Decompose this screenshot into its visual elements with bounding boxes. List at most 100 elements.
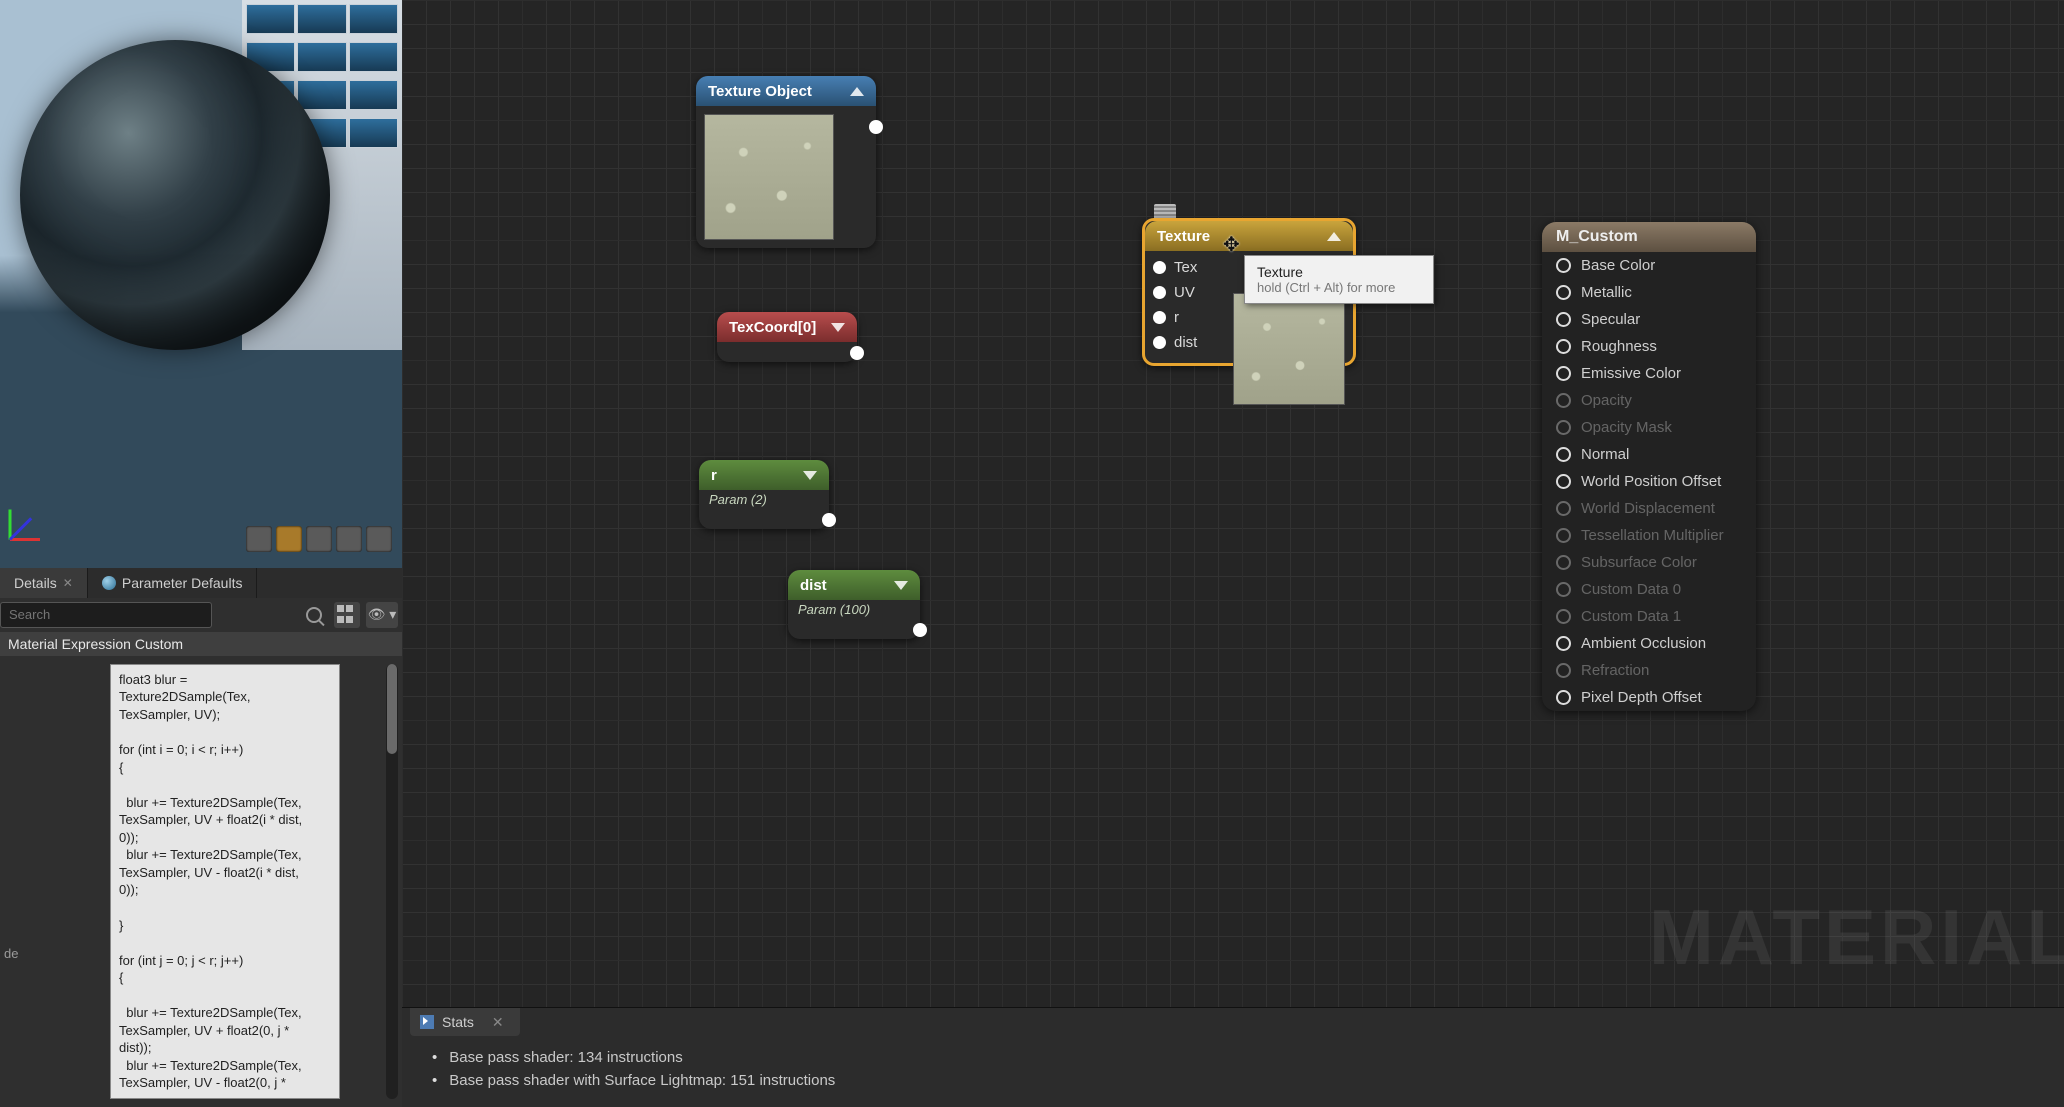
result-pin-emissive-color[interactable]: Emissive Color	[1542, 360, 1756, 387]
pin-ring-icon	[1556, 258, 1571, 273]
node-texture-object[interactable]: Texture Object	[696, 76, 876, 248]
tab-parameter-defaults-label: Parameter Defaults	[122, 575, 243, 591]
node-texcoord[interactable]: TexCoord[0]	[717, 312, 857, 362]
pin-ring-icon	[1556, 420, 1571, 435]
preview-shape-cube-button[interactable]	[336, 526, 362, 552]
result-title: M_Custom	[1556, 228, 1638, 246]
result-pin-world-position-offset[interactable]: World Position Offset	[1542, 468, 1756, 495]
node-param-r[interactable]: r Param (2)	[699, 460, 829, 529]
stats-panel: Stats ✕ Base pass shader: 134 instructio…	[402, 1007, 2064, 1107]
stats-line: Base pass shader: 134 instructions	[432, 1046, 2064, 1069]
move-cursor-icon: ✥	[1223, 232, 1240, 257]
material-preview-viewport[interactable]	[0, 0, 402, 568]
output-pin[interactable]	[822, 513, 836, 527]
pin-ring-icon	[1556, 582, 1571, 597]
pin-label: Opacity Mask	[1581, 419, 1672, 436]
stats-icon	[420, 1015, 434, 1029]
preview-sphere	[20, 40, 330, 350]
parameter-defaults-icon	[102, 576, 116, 590]
pin-ring-icon	[1556, 366, 1571, 381]
pin-label: Custom Data 1	[1581, 608, 1681, 625]
stats-line: Base pass shader with Surface Lightmap: …	[432, 1069, 2064, 1092]
node-material-output[interactable]: M_Custom Base Color Metallic Specular Rough…	[1542, 222, 1756, 711]
pin-ring-icon	[1556, 636, 1571, 651]
result-pin-metallic[interactable]: Metallic	[1542, 279, 1756, 306]
output-pin[interactable]	[913, 623, 927, 637]
close-icon[interactable]: ✕	[63, 576, 73, 590]
pin-ring-icon	[1556, 609, 1571, 624]
output-pin[interactable]	[850, 346, 864, 360]
node-title: dist	[800, 577, 827, 594]
collapse-icon[interactable]	[1327, 232, 1341, 241]
collapse-icon[interactable]	[803, 471, 817, 480]
details-scrollbar[interactable]	[386, 664, 398, 1099]
pin-label: World Position Offset	[1581, 473, 1721, 490]
tab-stats[interactable]: Stats ✕	[410, 1008, 520, 1036]
texture-thumbnail	[704, 114, 834, 240]
pin-label: Pixel Depth Offset	[1581, 689, 1702, 706]
search-icon	[306, 607, 322, 623]
output-pin[interactable]	[869, 120, 883, 134]
tab-details[interactable]: Details ✕	[0, 568, 88, 597]
view-options-button[interactable]: 👁 ▾	[366, 602, 398, 628]
result-pin-normal[interactable]: Normal	[1542, 441, 1756, 468]
pin-label: Subsurface Color	[1581, 554, 1697, 571]
custom-hlsl-code-field[interactable]: float3 blur = Texture2DSample(Tex, TexSa…	[110, 664, 340, 1099]
pin-ring-icon	[1556, 555, 1571, 570]
result-pin-custom-data-1: Custom Data 1	[1542, 603, 1756, 630]
result-pin-subsurface-color: Subsurface Color	[1542, 549, 1756, 576]
collapse-icon[interactable]	[850, 87, 864, 96]
result-pin-ambient-occlusion[interactable]: Ambient Occlusion	[1542, 630, 1756, 657]
pin-ring-icon	[1556, 528, 1571, 543]
node-title: Texture	[1157, 228, 1210, 245]
preview-shape-cylinder-button[interactable]	[246, 526, 272, 552]
node-title: r	[711, 467, 717, 484]
stats-tab-label: Stats	[442, 1014, 474, 1030]
pin-label: World Displacement	[1581, 500, 1715, 517]
pin-label: Tessellation Multiplier	[1581, 527, 1724, 544]
pin-ring-icon	[1556, 285, 1571, 300]
tooltip-subtitle: hold (Ctrl + Alt) for more	[1257, 280, 1421, 295]
view-grid-button[interactable]	[334, 602, 360, 628]
param-value: Param (2)	[699, 490, 829, 513]
pin-label: Base Color	[1581, 257, 1655, 274]
material-graph-canvas[interactable]: Texture Object TexCoord[0] r Param (2)	[402, 0, 2064, 1007]
pin-label: Metallic	[1581, 284, 1632, 301]
pin-ring-icon	[1556, 393, 1571, 408]
pin-label: Roughness	[1581, 338, 1657, 355]
watermark-text: MATERIAL	[1649, 892, 2064, 983]
preview-shape-mesh-button[interactable]	[366, 526, 392, 552]
node-param-dist[interactable]: dist Param (100)	[788, 570, 920, 639]
pin-label: Custom Data 0	[1581, 581, 1681, 598]
pin-label: Opacity	[1581, 392, 1632, 409]
collapse-icon[interactable]	[894, 581, 908, 590]
tab-details-label: Details	[14, 575, 57, 591]
node-tooltip: Texture hold (Ctrl + Alt) for more	[1244, 255, 1434, 304]
result-pin-pixel-depth-offset[interactable]: Pixel Depth Offset	[1542, 684, 1756, 711]
pin-label: Ambient Occlusion	[1581, 635, 1706, 652]
result-pin-specular[interactable]: Specular	[1542, 306, 1756, 333]
tab-parameter-defaults[interactable]: Parameter Defaults	[88, 568, 258, 597]
close-icon[interactable]: ✕	[492, 1014, 504, 1031]
pin-label: Specular	[1581, 311, 1640, 328]
node-title: TexCoord[0]	[729, 319, 816, 336]
result-pin-base-color[interactable]: Base Color	[1542, 252, 1756, 279]
pin-ring-icon	[1556, 501, 1571, 516]
tooltip-title: Texture	[1257, 264, 1421, 280]
details-search-input[interactable]	[0, 602, 212, 628]
left-panel: Details ✕ Parameter Defaults 👁 ▾ Materia…	[0, 0, 402, 1107]
result-pin-world-displacement: World Displacement	[1542, 495, 1756, 522]
pin-label: Normal	[1581, 446, 1629, 463]
result-pin-refraction: Refraction	[1542, 657, 1756, 684]
result-pin-opacity-mask: Opacity Mask	[1542, 414, 1756, 441]
result-pin-tessellation-multiplier: Tessellation Multiplier	[1542, 522, 1756, 549]
preview-shape-plane-button[interactable]	[306, 526, 332, 552]
preview-shape-sphere-button[interactable]	[276, 526, 302, 552]
collapse-icon[interactable]	[831, 323, 845, 332]
node-title: Texture Object	[708, 83, 812, 100]
pin-ring-icon	[1556, 447, 1571, 462]
details-section-header[interactable]: Material Expression Custom	[0, 632, 402, 656]
result-pin-roughness[interactable]: Roughness	[1542, 333, 1756, 360]
pin-ring-icon	[1556, 663, 1571, 678]
result-pin-custom-data-0: Custom Data 0	[1542, 576, 1756, 603]
